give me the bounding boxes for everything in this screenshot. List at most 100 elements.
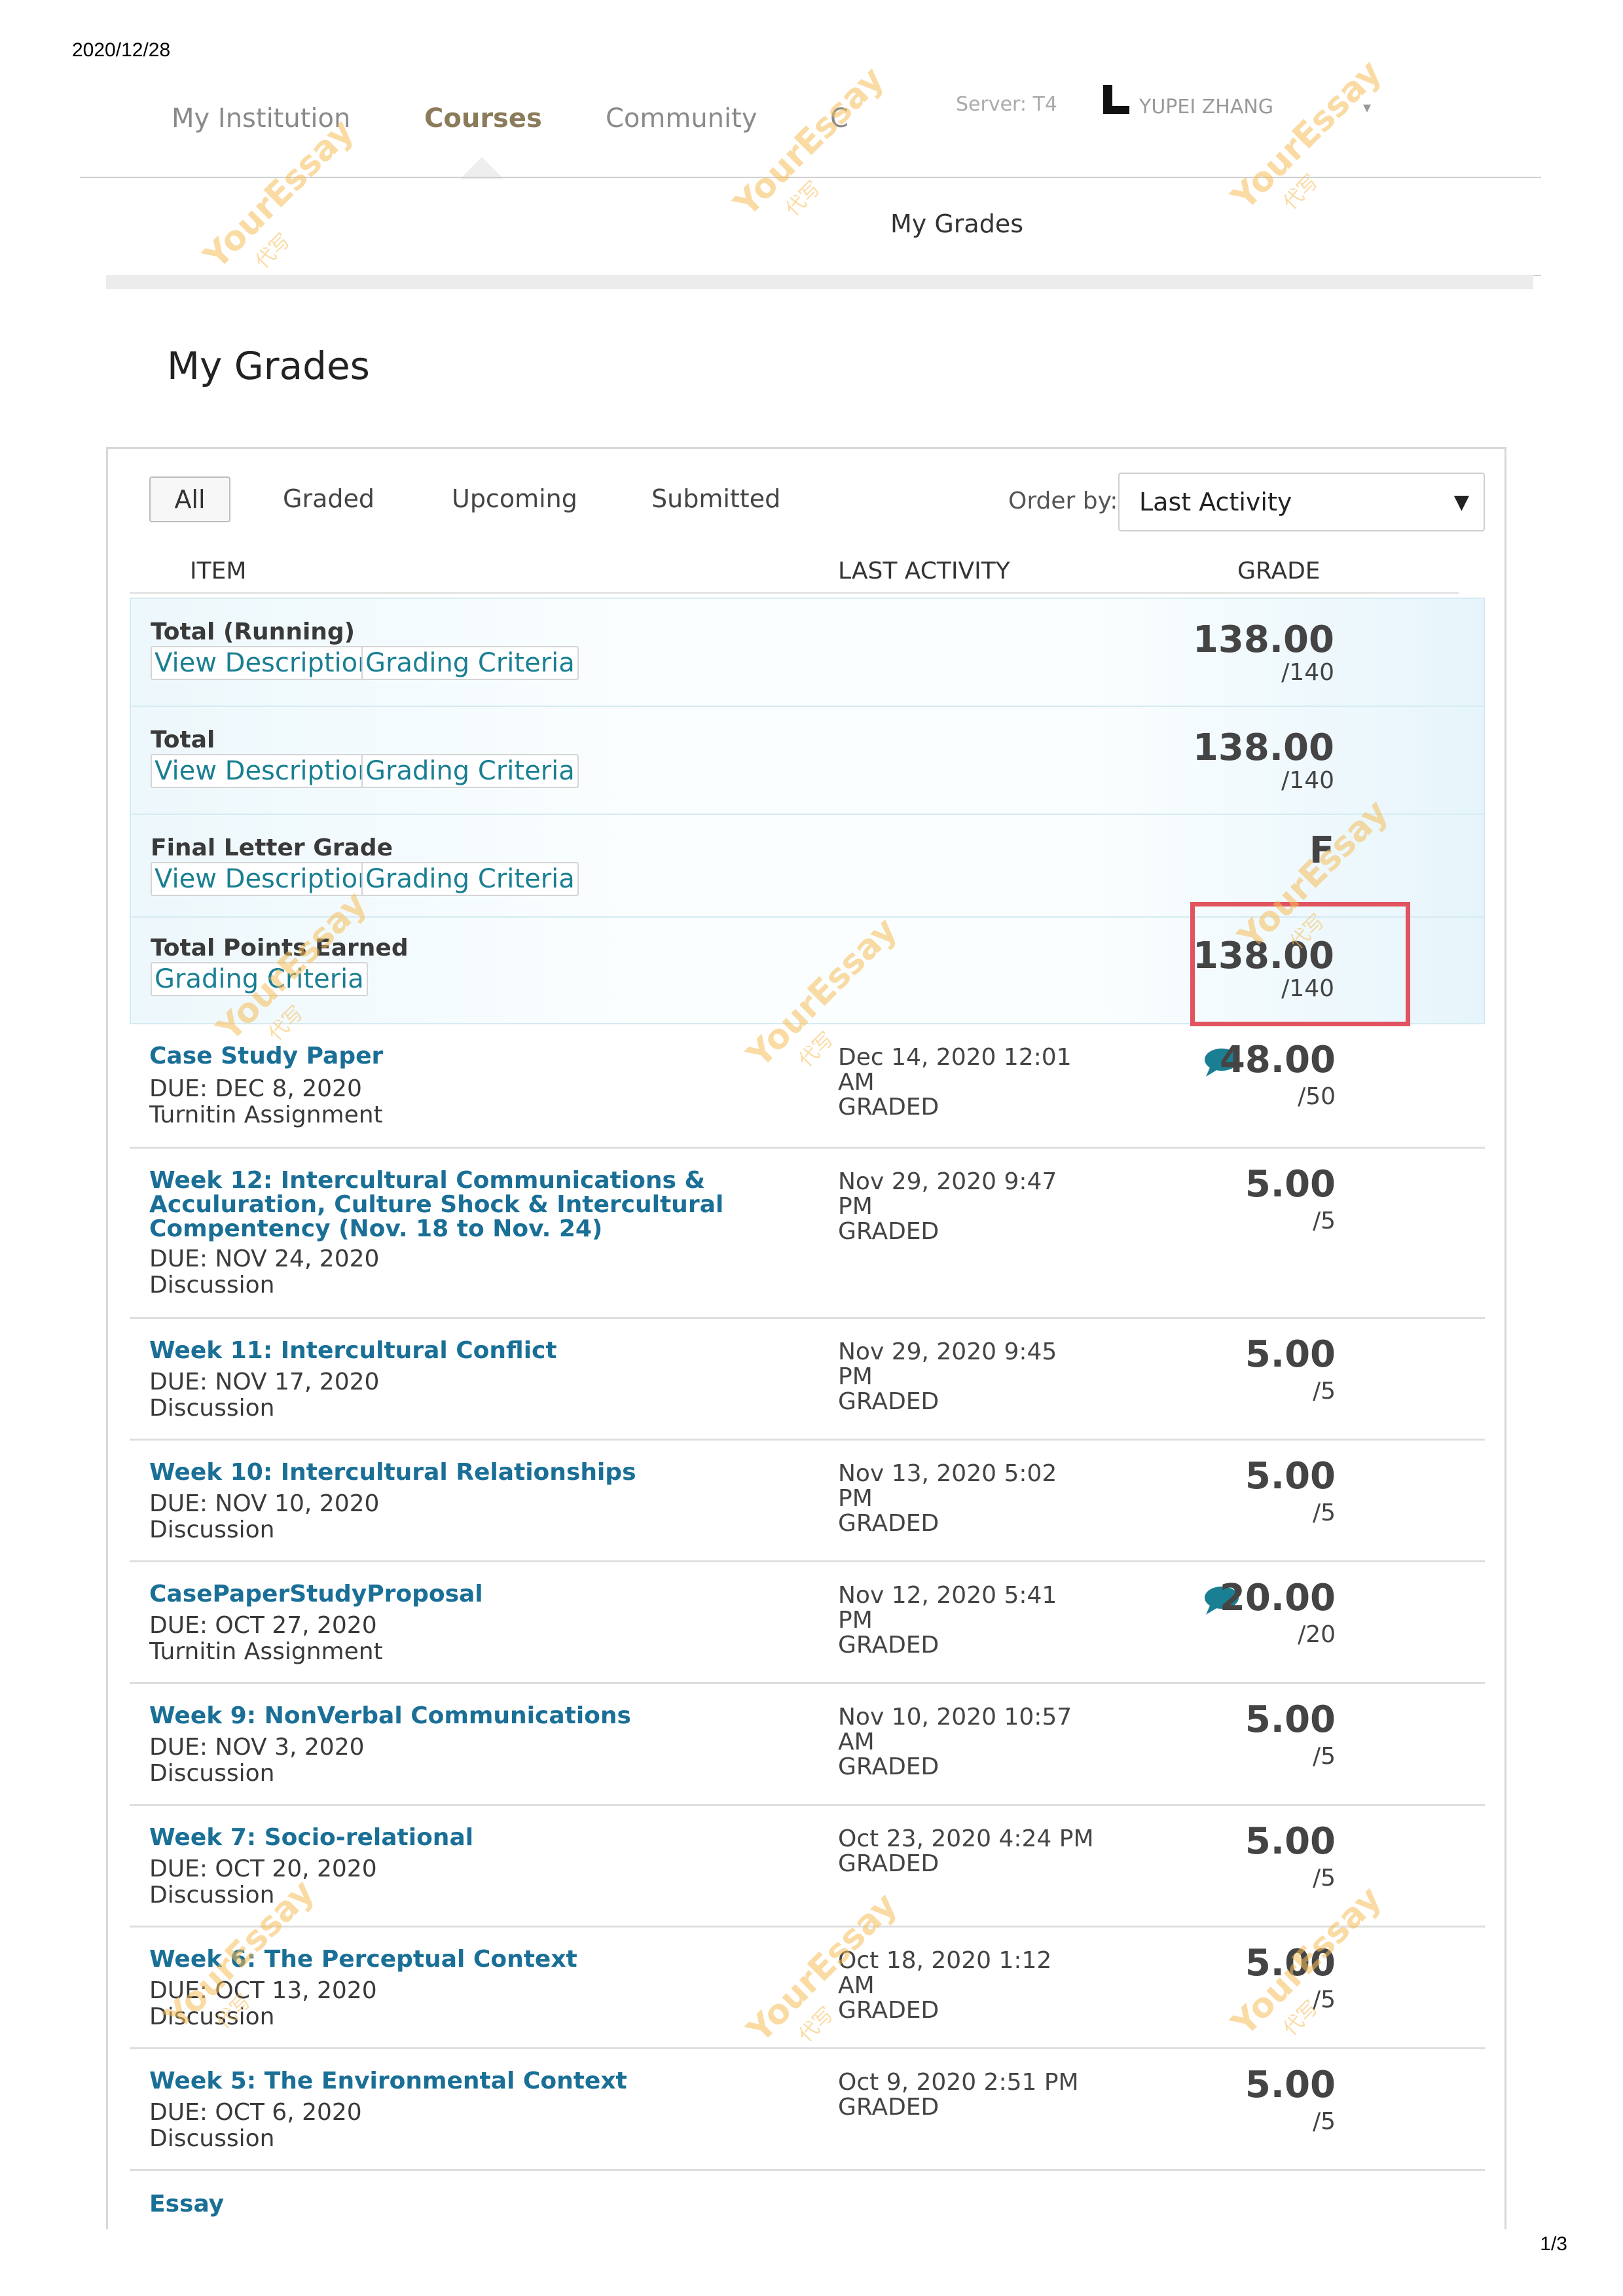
watermark-logo: YourEssay 代写	[727, 59, 892, 224]
grade-item-row: Week 5: The Environmental Context DUE: O…	[130, 2049, 1485, 2171]
item-title-link-line3[interactable]: Compentency (Nov. 18 to Nov. 24)	[149, 1217, 602, 1241]
column-last-activity: LAST ACTIVITY	[838, 558, 1010, 584]
total-title: Total	[151, 726, 215, 753]
header-rule	[130, 592, 1459, 594]
item-title-link[interactable]: Essay	[149, 2192, 224, 2216]
item-title-link[interactable]: Week 9: NonVerbal Communications	[149, 1704, 631, 1728]
column-item: ITEM	[190, 558, 247, 584]
activity-date: Nov 12, 2020 5:41	[838, 1582, 1057, 1609]
activity-time: AM	[838, 1069, 875, 1096]
activity-time: PM	[838, 1363, 873, 1390]
item-title-link[interactable]: Week 12: Intercultural Communications &	[149, 1168, 705, 1193]
item-due: DUE: OCT 27, 2020	[149, 1612, 377, 1639]
activity-status: GRADED	[838, 1218, 939, 1245]
order-by-value: Last Activity	[1139, 488, 1292, 516]
total-running-row: Total (Running) View Description Grading…	[130, 598, 1485, 706]
grade-out-of: /5	[1312, 1499, 1336, 1526]
grade-out-of: /5	[1312, 1865, 1336, 1892]
item-due: DUE: NOV 3, 2020	[149, 1734, 365, 1761]
activity-status: GRADED	[838, 1510, 939, 1537]
nav-community[interactable]: Community	[606, 103, 757, 134]
dropdown-caret-icon: ▼	[1453, 491, 1469, 514]
item-due: DUE: NOV 17, 2020	[149, 1369, 380, 1395]
item-type: Discussion	[149, 1760, 275, 1787]
total-title: Final Letter Grade	[151, 834, 393, 861]
item-title-link[interactable]: CasePaperStudyProposal	[149, 1582, 483, 1606]
grade-score: 5.00	[1245, 1455, 1336, 1498]
grade-score: 5.00	[1245, 1163, 1336, 1206]
header-band	[106, 275, 1533, 289]
activity-time: PM	[838, 1485, 873, 1512]
activity-status: GRADED	[838, 1094, 939, 1121]
grade-out-of: /50	[1298, 1083, 1336, 1110]
column-grade: GRADE	[1237, 558, 1321, 584]
activity-date: Nov 13, 2020 5:02	[838, 1460, 1057, 1487]
filter-all-button[interactable]: All	[149, 476, 230, 522]
user-avatar-icon-base	[1103, 106, 1129, 114]
grading-criteria-button[interactable]: Grading Criteria	[361, 754, 579, 788]
grade-score: 5.00	[1245, 1820, 1336, 1863]
grade-score: 138.00	[1192, 726, 1334, 769]
grade-score: 48.00	[1219, 1039, 1336, 1081]
watermark-logo: YourEssay 代写	[196, 111, 361, 277]
activity-date: Nov 10, 2020 10:57	[838, 1704, 1072, 1731]
grade-out-of: /5	[1312, 1208, 1336, 1234]
filter-submitted[interactable]: Submitted	[651, 484, 780, 513]
breadcrumb: My Grades	[890, 209, 1024, 238]
watermark-logo: YourEssay 代写	[1224, 52, 1389, 218]
user-name[interactable]: YUPEI ZHANG	[1139, 96, 1273, 118]
grading-criteria-button[interactable]: Grading Criteria	[361, 862, 579, 896]
filter-upcoming[interactable]: Upcoming	[452, 484, 577, 513]
item-due: DUE: OCT 6, 2020	[149, 2099, 362, 2126]
item-type: Turnitin Assignment	[149, 1102, 383, 1128]
item-type: Discussion	[149, 1516, 275, 1543]
item-title-link[interactable]: Week 11: Intercultural Conflict	[149, 1338, 557, 1363]
activity-status: GRADED	[838, 1388, 939, 1415]
grade-item-row: Week 10: Intercultural Relationships DUE…	[130, 1441, 1485, 1562]
filter-graded[interactable]: Graded	[283, 484, 374, 513]
activity-time: PM	[838, 1193, 873, 1220]
item-type: Turnitin Assignment	[149, 1638, 383, 1665]
order-by-select[interactable]: Last Activity ▼	[1118, 473, 1485, 531]
grade-out-of: /5	[1312, 1743, 1336, 1770]
activity-date: Nov 29, 2020 9:45	[838, 1338, 1057, 1365]
item-type: Discussion	[149, 1395, 275, 1422]
grade-score: 20.00	[1219, 1577, 1336, 1619]
grade-item-row: CasePaperStudyProposal DUE: OCT 27, 2020…	[130, 1562, 1485, 1684]
activity-status: GRADED	[838, 1850, 939, 1877]
item-title-link[interactable]: Week 7: Socio-relational	[149, 1825, 473, 1850]
grade-out-of: /20	[1298, 1621, 1336, 1648]
activity-date: Nov 29, 2020 9:47	[838, 1168, 1057, 1195]
item-title-link[interactable]: Week 5: The Environmental Context	[149, 2069, 627, 2093]
grade-score: 5.00	[1245, 1333, 1336, 1376]
activity-time: AM	[838, 1729, 875, 1755]
item-title-link-line2[interactable]: Acculuration, Culture Shock & Intercultu…	[149, 1193, 723, 1217]
grade-score: 5.00	[1245, 2064, 1336, 2106]
grade-out-of: /140	[1281, 767, 1334, 794]
page-title: My Grades	[167, 344, 370, 388]
grade-item-row: Week 12: Intercultural Communications & …	[130, 1149, 1485, 1319]
grade-score: 5.00	[1245, 1698, 1336, 1741]
nav-courses[interactable]: Courses	[424, 103, 542, 134]
grade-item-row: Week 11: Intercultural Conflict DUE: NOV…	[130, 1319, 1485, 1441]
item-due: DUE: NOV 24, 2020	[149, 1246, 380, 1272]
print-date: 2020/12/28	[72, 39, 171, 61]
grade-item-row: Week 9: NonVerbal Communications DUE: NO…	[130, 1684, 1485, 1806]
total-title: Total (Running)	[151, 619, 356, 645]
item-type: Discussion	[149, 1272, 275, 1299]
item-due: DUE: DEC 8, 2020	[149, 1075, 362, 1102]
item-type: Discussion	[149, 1882, 275, 1909]
grade-out-of: /5	[1312, 2108, 1336, 2135]
activity-status: GRADED	[838, 1753, 939, 1780]
activity-time: PM	[838, 1607, 873, 1634]
grade-score: 138.00	[1192, 619, 1334, 661]
grade-out-of: /5	[1312, 1378, 1336, 1405]
activity-status: GRADED	[838, 1632, 939, 1659]
grading-criteria-button[interactable]: Grading Criteria	[361, 646, 579, 680]
item-type: Discussion	[149, 2125, 275, 2152]
view-description-button[interactable]: View Description	[151, 754, 378, 788]
activity-date: Dec 14, 2020 12:01	[838, 1044, 1072, 1071]
view-description-button[interactable]: View Description	[151, 646, 378, 680]
item-due: DUE: OCT 20, 2020	[149, 1856, 377, 1882]
item-title-link[interactable]: Week 10: Intercultural Relationships	[149, 1460, 636, 1484]
